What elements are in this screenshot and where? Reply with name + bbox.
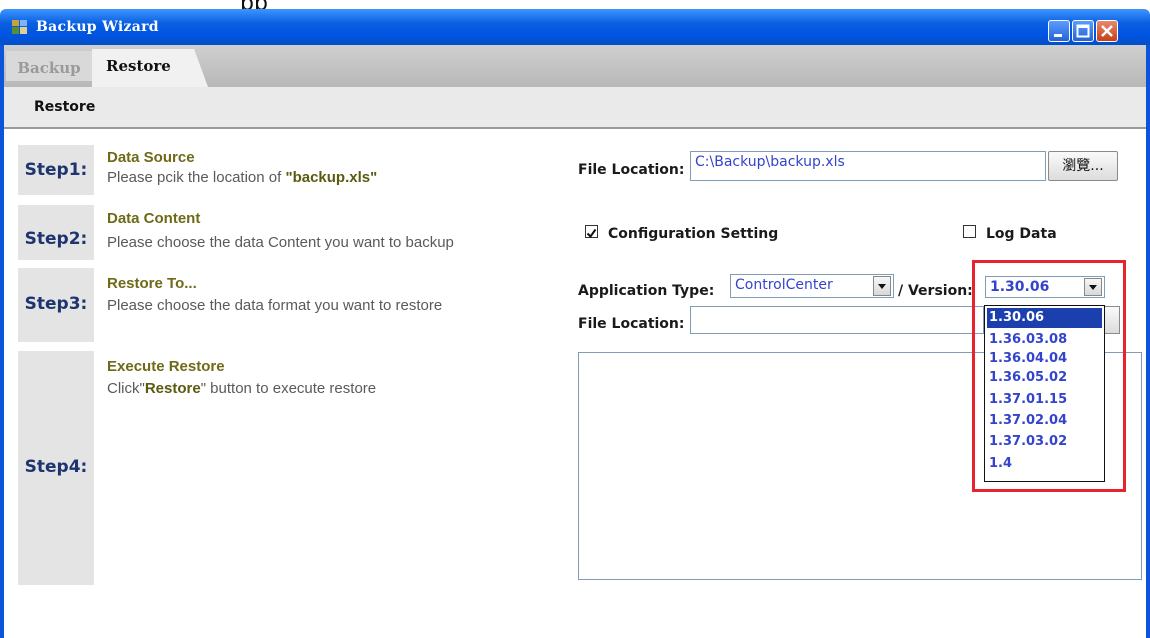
log-data-checkbox[interactable] [963, 225, 976, 238]
tab-strip: Backup Restore [4, 45, 1146, 87]
step1-title: Data Source [107, 149, 195, 166]
application-type-value: ControlCenter [735, 277, 833, 293]
configuration-label[interactable]: Configuration Setting [608, 226, 778, 242]
step1-desc: Please pcik the location of "backup.xls" [107, 169, 378, 186]
step1-box: Step1: [18, 145, 94, 195]
step2-box: Step2: [18, 205, 94, 260]
window-title: Backup Wizard [36, 19, 159, 35]
chevron-down-icon[interactable] [873, 276, 891, 296]
application-type-select[interactable]: ControlCenter [730, 274, 894, 298]
backup-wizard-window: pp Backup Wizard Backup Restore Restore [0, 0, 1150, 638]
window-frame-right [1146, 45, 1150, 638]
step3-label: Step3: [24, 294, 88, 314]
tab-backup[interactable]: Backup [6, 51, 92, 81]
step2-label: Step2: [24, 229, 88, 249]
log-data-label[interactable]: Log Data [986, 226, 1057, 242]
step2-title: Data Content [107, 210, 201, 227]
subbar-restore-label[interactable]: Restore [34, 99, 95, 115]
red-highlight-box [972, 260, 1126, 492]
step4-title: Execute Restore [107, 358, 225, 375]
file-location-2-input[interactable] [690, 306, 984, 334]
title-bar[interactable]: Backup Wizard [0, 9, 1150, 45]
file-location-2-label: File Location: [578, 316, 685, 332]
step3-desc: Please choose the data format you want t… [107, 297, 443, 314]
browse-button[interactable]: 瀏覽... [1048, 151, 1118, 181]
step1-label: Step1: [24, 160, 88, 180]
file-location-input[interactable]: C:\Backup\backup.xls [690, 151, 1046, 181]
step3-title: Restore To... [107, 275, 197, 292]
app-icon [10, 18, 30, 36]
close-button[interactable] [1096, 20, 1118, 42]
step3-box: Step3: [18, 268, 94, 342]
version-label: / Version: [898, 283, 973, 299]
maximize-button[interactable] [1072, 20, 1094, 42]
file-location-label: File Location: [578, 162, 685, 178]
step4-desc: Click"Restore" button to execute restore [107, 380, 377, 397]
sub-toolbar: Restore [4, 87, 1146, 129]
window-frame-left [0, 45, 4, 638]
minimize-button[interactable] [1048, 20, 1070, 42]
step2-desc: Please choose the data Content you want … [107, 234, 454, 251]
application-type-label: Application Type: [578, 283, 715, 299]
step4-box: Step4: [18, 351, 94, 585]
step4-label: Step4: [24, 457, 88, 477]
configuration-checkbox[interactable] [585, 225, 598, 239]
tab-restore[interactable]: Restore [92, 49, 208, 87]
